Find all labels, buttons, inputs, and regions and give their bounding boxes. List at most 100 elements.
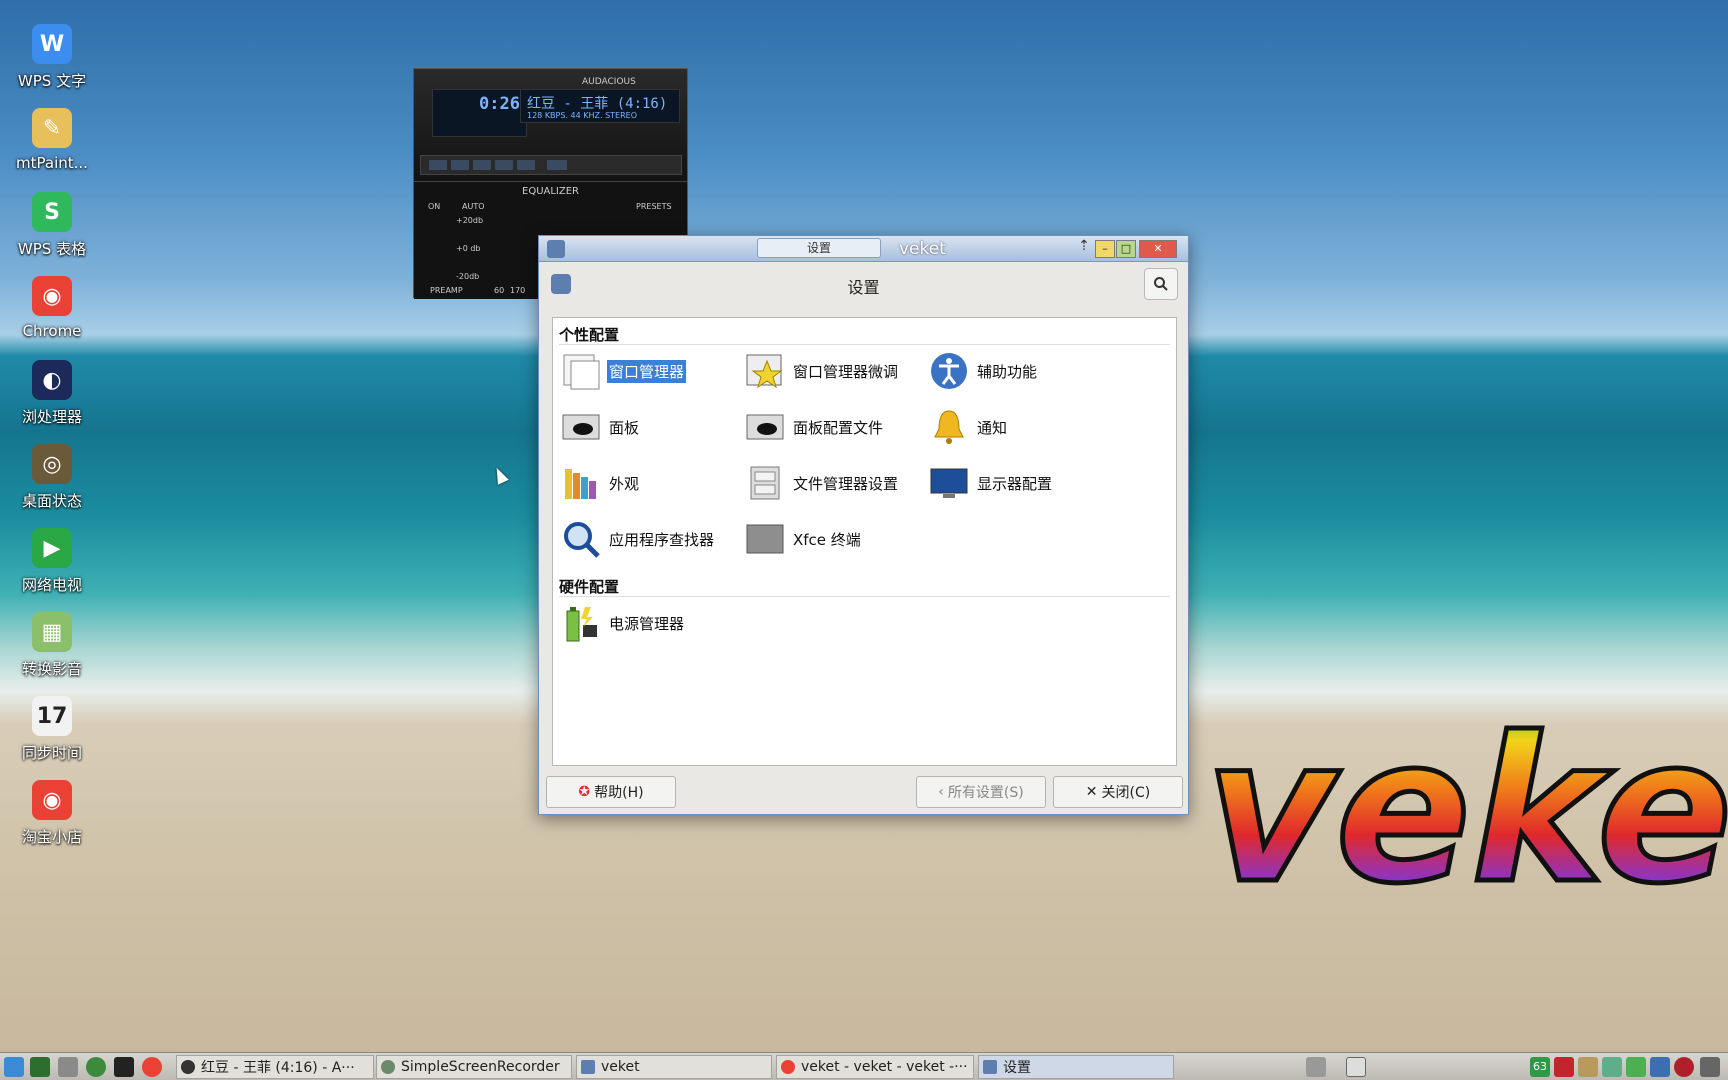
song-display[interactable]: 红豆 - 王菲 (4:16) 128 KBPS. 44 KHZ. STEREO: [520, 89, 680, 123]
media-launcher-icon[interactable]: [86, 1057, 106, 1077]
equalizer-title: EQUALIZER: [522, 186, 579, 197]
section-divider: [559, 596, 1170, 597]
playback-controls[interactable]: [420, 155, 682, 175]
desktop-icon-label: 转换影音: [21, 660, 82, 678]
system-monitor-icon[interactable]: [30, 1057, 50, 1077]
window-tab[interactable]: 设置: [757, 238, 881, 258]
terminal-launcher-icon[interactable]: [114, 1057, 134, 1077]
setting-label: 面板配置文件: [793, 418, 884, 437]
desktop-icon[interactable]: ◎ 桌面状态: [8, 444, 96, 524]
clipboard-icon[interactable]: [1578, 1057, 1598, 1077]
task-label: veket - veket - veket -···: [801, 1059, 968, 1075]
desktop-icon-label: 淘宝小店: [21, 828, 82, 846]
help-button-label: 帮助(H): [594, 785, 644, 801]
playback-buttons-icon[interactable]: [421, 156, 683, 174]
lifebuoy-icon: ✪: [578, 784, 591, 800]
setting-item-app-finder[interactable]: 应用程序查找器: [559, 516, 716, 562]
workspace-icon[interactable]: [1346, 1057, 1366, 1077]
all-settings-button[interactable]: ‹ 所有设置(S): [916, 776, 1046, 808]
panel-profiles-icon: [743, 405, 787, 449]
desktop-status-icon: ◎: [32, 444, 72, 484]
terminal-icon: [743, 517, 787, 561]
task-chrome[interactable]: veket - veket - veket -···: [776, 1055, 974, 1079]
network-icon[interactable]: [1650, 1057, 1670, 1077]
shield-icon[interactable]: [1554, 1057, 1574, 1077]
desktop-icon[interactable]: ◉ Chrome: [8, 276, 96, 356]
setting-item-accessibility[interactable]: 辅助功能: [927, 348, 1039, 394]
mtpaint-icon: ✎: [32, 108, 72, 148]
close-window-button[interactable]: ✕: [1139, 240, 1177, 258]
help-button[interactable]: ✪ 帮助(H): [546, 776, 676, 808]
settings-content: 个性配置 窗口管理器 窗口管理器微调 辅助功能 面板 面板配置文件 通知 外观 …: [552, 317, 1177, 766]
veket-logo-text: veket: [1205, 695, 1728, 915]
eq-60-label: 60: [494, 286, 505, 295]
song-meta: 128 KBPS. 44 KHZ. STEREO: [527, 111, 638, 120]
setting-item-file-manager-settings[interactable]: 文件管理器设置: [743, 460, 900, 506]
search-button[interactable]: [1144, 268, 1178, 300]
setting-item-panel[interactable]: 面板: [559, 404, 641, 450]
desktop-icon[interactable]: 17 同步时间: [8, 696, 96, 776]
power-icon[interactable]: [1700, 1057, 1720, 1077]
window-manager-icon: [559, 349, 603, 393]
close-button[interactable]: ✕ 关闭(C): [1053, 776, 1183, 808]
chrome-launcher-icon[interactable]: [142, 1057, 162, 1077]
battery-icon[interactable]: [1626, 1057, 1646, 1077]
wps-writer-icon: W: [32, 24, 72, 64]
accessibility-icon: [927, 349, 971, 393]
settings-launcher-icon[interactable]: [58, 1057, 78, 1077]
network-tv-icon: ▶: [32, 528, 72, 568]
chart-icon[interactable]: [1602, 1057, 1622, 1077]
eq-preamp-label: PREAMP: [430, 286, 463, 295]
desktop-icon-label: 浏处理器: [21, 408, 82, 426]
task-screen-recorder[interactable]: SimpleScreenRecorder: [376, 1055, 572, 1079]
cpu-badge[interactable]: 63: [1530, 1057, 1550, 1077]
settings-window[interactable]: 设置 veket ⇡ – □ ✕ 设置 个性配置 窗口管理器 窗口管理器微调 辅…: [538, 235, 1189, 815]
record-icon[interactable]: [1674, 1057, 1694, 1077]
desktop-icon-label: 网络电视: [21, 576, 82, 594]
audacious-icon: [181, 1060, 195, 1074]
setting-item-window-manager[interactable]: 窗口管理器: [559, 348, 687, 394]
setting-item-terminal[interactable]: Xfce 终端: [743, 516, 863, 562]
minimize-button[interactable]: –: [1095, 240, 1115, 258]
desktop-icon[interactable]: ▶ 网络电视: [8, 528, 96, 608]
audacious-title: AUDACIOUS: [582, 77, 636, 87]
desktop-icon[interactable]: ✎ mtPaint...: [8, 108, 96, 188]
song-title: 红豆 - 王菲 (4:16): [527, 96, 668, 112]
section-title-hardware: 硬件配置: [559, 578, 620, 596]
task-veket-folder[interactable]: veket: [576, 1055, 772, 1079]
desktop-icon[interactable]: W WPS 文字: [8, 24, 96, 104]
desktop-icon[interactable]: S WPS 表格: [8, 192, 96, 272]
chrome-icon: ◉: [32, 780, 72, 820]
desktop-icon[interactable]: ▦ 转换影音: [8, 612, 96, 692]
start-menu-icon[interactable]: [4, 1057, 24, 1077]
panel-icon: [559, 405, 603, 449]
setting-label: 显示器配置: [977, 474, 1053, 493]
setting-item-power-manager[interactable]: 电源管理器: [559, 600, 686, 646]
desktop-icon-label: Chrome: [22, 322, 82, 340]
setting-item-notification[interactable]: 通知: [927, 404, 1009, 450]
search-icon: [1154, 277, 1168, 291]
setting-item-panel-profiles[interactable]: 面板配置文件: [743, 404, 885, 450]
eq-on-toggle[interactable]: ON: [428, 202, 440, 211]
setting-item-window-manager-tweaks[interactable]: 窗口管理器微调: [743, 348, 900, 394]
eq-presets-button[interactable]: PRESETS: [636, 202, 672, 211]
close-icon: ✕: [1085, 784, 1098, 800]
setting-item-appearance[interactable]: 外观: [559, 460, 641, 506]
eq-auto-toggle[interactable]: AUTO: [462, 202, 485, 211]
screenshot-icon[interactable]: [1306, 1057, 1326, 1077]
task-settings[interactable]: 设置: [978, 1055, 1174, 1079]
desktop-icon-label: WPS 文字: [17, 72, 87, 90]
window-app-icon[interactable]: [547, 240, 565, 258]
desktop-icon[interactable]: ◐ 浏处理器: [8, 360, 96, 440]
maximize-button[interactable]: □: [1116, 240, 1136, 258]
desktop-icon[interactable]: ◉ 淘宝小店: [8, 780, 96, 860]
file-manager-settings-icon: [743, 461, 787, 505]
window-manager-tweaks-icon: [743, 349, 787, 393]
keep-above-icon[interactable]: ⇡: [1074, 238, 1094, 256]
task-audacious[interactable]: 红豆 - 王菲 (4:16) - A···: [176, 1055, 374, 1079]
setting-item-display[interactable]: 显示器配置: [927, 460, 1054, 506]
window-titlebar[interactable]: 设置 veket ⇡ – □ ✕: [539, 236, 1188, 262]
window-title: veket: [899, 239, 946, 259]
task-label: 设置: [1003, 1060, 1031, 1076]
appearance-icon: [559, 461, 603, 505]
